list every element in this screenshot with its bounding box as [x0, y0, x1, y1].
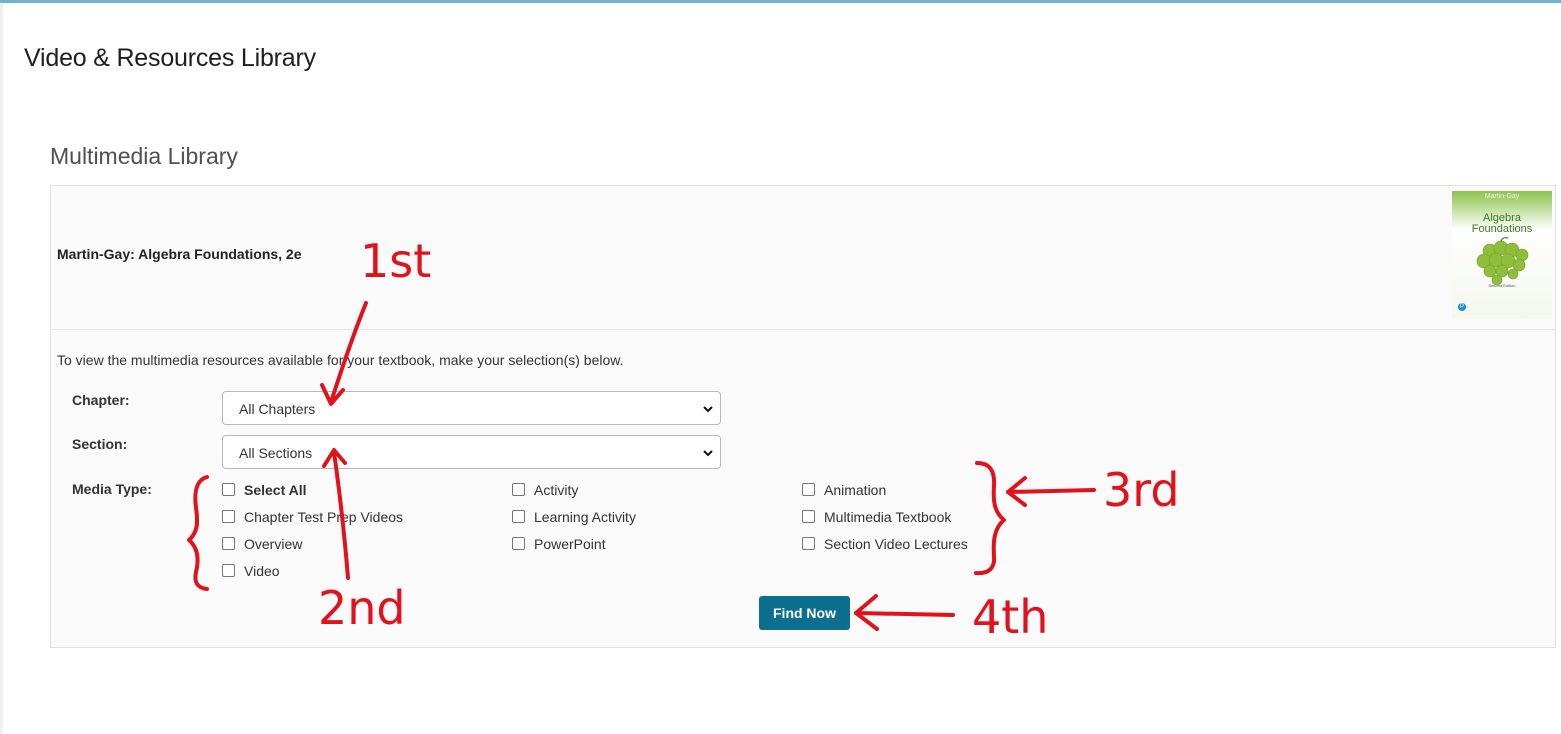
- page-title: Video & Resources Library: [24, 44, 316, 72]
- checkbox-label: Select All: [244, 482, 307, 498]
- checkbox-label: Chapter Test Prep Videos: [244, 509, 404, 525]
- section-label: Section:: [72, 436, 128, 452]
- checkbox-box[interactable]: [802, 537, 815, 550]
- cover-edition: Second Edition: [1488, 283, 1516, 288]
- checkbox-label: Animation: [824, 482, 887, 498]
- checkbox-box[interactable]: [222, 483, 235, 496]
- checkbox-box[interactable]: [222, 537, 235, 550]
- book-header: Martin-Gay: Algebra Foundations, 2e Mart…: [51, 186, 1555, 330]
- find-now-button[interactable]: Find Now: [759, 596, 850, 630]
- checkbox-box[interactable]: [802, 510, 815, 523]
- annotation-1st: 1st: [360, 234, 432, 288]
- annotation-3rd: 3rd: [1103, 463, 1180, 517]
- checkbox-box[interactable]: [802, 483, 815, 496]
- chevron-down-icon: [703, 406, 713, 413]
- checkbox-box[interactable]: [222, 510, 235, 523]
- checkbox-box[interactable]: [512, 483, 525, 496]
- section-select-value: All Sections: [239, 445, 313, 461]
- chevron-down-icon: [703, 450, 713, 457]
- book-cover: Martin-Gay Algebra Foundations Second Ed…: [1452, 191, 1552, 319]
- top-accent-bar: [0, 0, 1561, 3]
- publisher-logo-icon: P: [1458, 303, 1466, 311]
- checkbox-label: Learning Activity: [534, 509, 636, 525]
- checkbox-box[interactable]: [222, 564, 235, 577]
- library-panel: Martin-Gay: Algebra Foundations, 2e Mart…: [50, 185, 1556, 648]
- section-title: Multimedia Library: [50, 143, 238, 169]
- checkbox-box[interactable]: [512, 510, 525, 523]
- chapter-select-value: All Chapters: [239, 401, 316, 417]
- instructions-text: To view the multimedia resources availab…: [57, 352, 624, 368]
- annotation-4th: 4th: [972, 590, 1049, 644]
- checkbox-label: Activity: [534, 482, 579, 498]
- chapter-select[interactable]: All Chapters: [222, 391, 721, 425]
- cover-title: Algebra Foundations: [1452, 213, 1552, 235]
- book-title: Martin-Gay: Algebra Foundations, 2e: [57, 246, 302, 262]
- media-type-label: Media Type:: [72, 481, 152, 497]
- chapter-label: Chapter:: [72, 392, 130, 408]
- checkbox-label: PowerPoint: [534, 536, 606, 552]
- checkbox-label: Multimedia Textbook: [824, 509, 952, 525]
- annotation-2nd: 2nd: [318, 581, 406, 635]
- cover-title-line2: Foundations: [1471, 223, 1533, 235]
- cover-author: Martin-Gay: [1484, 193, 1520, 200]
- checkbox-label: Section Video Lectures: [824, 536, 968, 552]
- checkbox-label: Overview: [244, 536, 303, 552]
- checkbox-label: Video: [244, 563, 280, 579]
- section-select[interactable]: All Sections: [222, 435, 721, 469]
- left-rule: [0, 3, 3, 734]
- checkbox-box[interactable]: [512, 537, 525, 550]
